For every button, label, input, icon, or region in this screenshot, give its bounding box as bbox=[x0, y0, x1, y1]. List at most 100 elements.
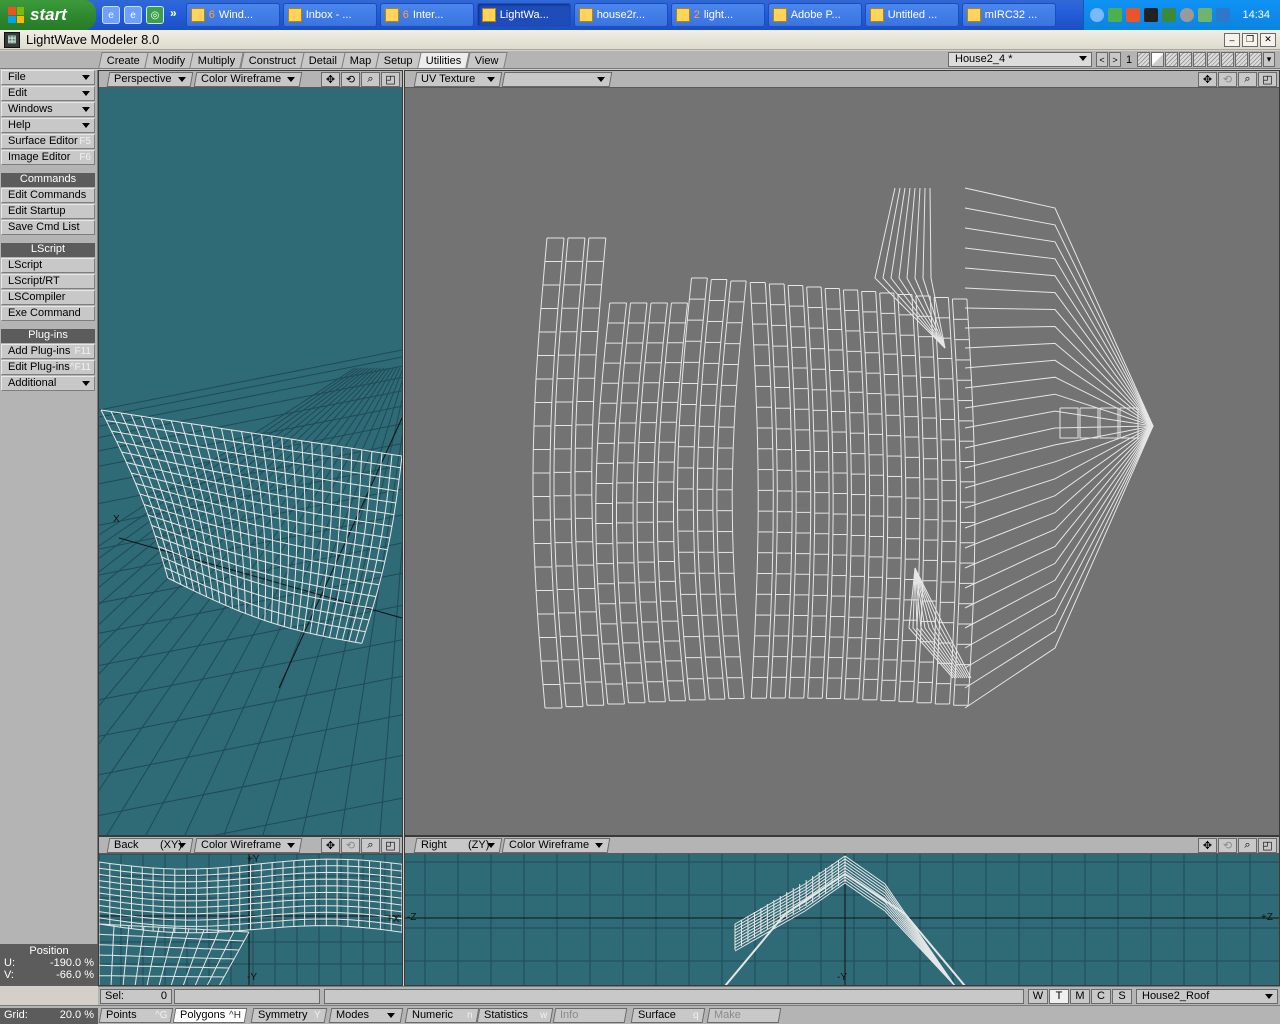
layer-toggle[interactable] bbox=[1165, 52, 1178, 67]
sidebar-button-windows[interactable]: Windows bbox=[1, 102, 95, 117]
taskbar-button[interactable]: 6 Inter... bbox=[379, 3, 474, 27]
tray-back-icon[interactable] bbox=[1090, 8, 1105, 22]
pan-icon[interactable]: ✥ bbox=[1198, 72, 1217, 87]
tab-utilities[interactable]: Utilities bbox=[417, 52, 471, 68]
maximize-viewport-icon[interactable]: ◰ bbox=[1258, 72, 1277, 87]
tray-app-icon[interactable] bbox=[1144, 8, 1159, 22]
taskbar-button[interactable]: mIRC32 ... bbox=[961, 3, 1056, 27]
render-mode-select[interactable]: Color Wireframe bbox=[501, 838, 611, 853]
render-mode-select[interactable]: Color Wireframe bbox=[193, 72, 303, 87]
vmap-button-m[interactable]: M bbox=[1070, 989, 1090, 1004]
layer-toggle[interactable] bbox=[1235, 52, 1248, 67]
rotate-icon[interactable]: ⟲ bbox=[341, 72, 360, 87]
sidebar-button-exe-command[interactable]: Exe Command bbox=[1, 306, 95, 321]
back-canvas[interactable]: +Y -Y +X bbox=[99, 854, 402, 985]
symmetry-button[interactable]: Symmetry Y bbox=[250, 1008, 328, 1023]
modes-button[interactable]: Modes bbox=[328, 1008, 404, 1023]
layer-toggle[interactable] bbox=[1193, 52, 1206, 67]
sidebar-button-surface-editor[interactable]: Surface Editor F5 bbox=[1, 134, 95, 149]
tab-modify[interactable]: Modify bbox=[144, 52, 195, 68]
layer-toggle[interactable] bbox=[1221, 52, 1234, 67]
taskbar-button[interactable]: 2 light... bbox=[670, 3, 765, 27]
layer-menu-button[interactable]: ▾ bbox=[1263, 52, 1275, 67]
sidebar-button-help[interactable]: Help bbox=[1, 118, 95, 133]
object-selector[interactable]: House2_4 * bbox=[948, 52, 1092, 67]
ie-icon[interactable]: e bbox=[124, 6, 142, 24]
sidebar-button-edit-startup[interactable]: Edit Startup bbox=[1, 204, 95, 219]
taskbar-button[interactable]: LightWa... bbox=[476, 3, 571, 27]
zoom-icon[interactable]: ⌕ bbox=[1238, 838, 1257, 853]
start-button[interactable]: start bbox=[0, 0, 96, 30]
close-button[interactable]: ✕ bbox=[1260, 32, 1276, 47]
tab-setup[interactable]: Setup bbox=[375, 52, 422, 68]
tab-view[interactable]: View bbox=[465, 52, 507, 68]
zoom-icon[interactable]: ⌕ bbox=[361, 72, 380, 87]
tray-app-icon[interactable] bbox=[1216, 8, 1231, 22]
tab-create[interactable]: Create bbox=[98, 52, 149, 68]
sidebar-button-add-plug-ins[interactable]: Add Plug-ins F11 bbox=[1, 344, 95, 359]
sidebar-button-file[interactable]: File bbox=[1, 70, 95, 85]
tray-app-icon[interactable] bbox=[1162, 8, 1177, 22]
back-viewport[interactable]: Back (XY) Color Wireframe ✥ ⟲ ⌕ ◰ +Y -Y … bbox=[98, 836, 403, 986]
right-viewport[interactable]: Right (ZY) Color Wireframe ✥ ⟲ ⌕ ◰ -Z +Z… bbox=[404, 836, 1280, 986]
tab-multiply[interactable]: Multiply bbox=[189, 52, 245, 68]
maximize-viewport-icon[interactable]: ◰ bbox=[381, 72, 400, 87]
vmap-button-s[interactable]: S bbox=[1112, 989, 1132, 1004]
ie-icon[interactable]: e bbox=[102, 6, 120, 24]
layer-toggle[interactable] bbox=[1207, 52, 1220, 67]
tray-app-icon[interactable] bbox=[1126, 8, 1141, 22]
numeric-button[interactable]: Numeric n bbox=[404, 1008, 480, 1023]
taskbar-button[interactable]: Adobe P... bbox=[767, 3, 862, 27]
uv-canvas[interactable] bbox=[405, 88, 1279, 835]
sidebar-button-lscript-rt[interactable]: LScript/RT bbox=[1, 274, 95, 289]
sidebar-button-edit[interactable]: Edit bbox=[1, 86, 95, 101]
taskbar-button[interactable]: Inbox - ... bbox=[282, 3, 377, 27]
zoom-icon[interactable]: ⌕ bbox=[361, 838, 380, 853]
tray-network-icon[interactable] bbox=[1108, 8, 1123, 22]
points-mode-button[interactable]: Points ^G bbox=[98, 1008, 174, 1023]
render-mode-select[interactable]: Color Wireframe bbox=[193, 838, 303, 853]
sidebar-button-edit-commands[interactable]: Edit Commands bbox=[1, 188, 95, 203]
taskbar-button[interactable]: Untitled ... bbox=[864, 3, 959, 27]
tab-detail[interactable]: Detail bbox=[300, 52, 346, 68]
view-type-select[interactable]: Right (ZY) bbox=[413, 838, 503, 853]
tray-users-icon[interactable] bbox=[1198, 8, 1213, 22]
zoom-icon[interactable]: ⌕ bbox=[1238, 72, 1257, 87]
maximize-viewport-icon[interactable]: ◰ bbox=[1258, 838, 1277, 853]
minimize-button[interactable]: – bbox=[1224, 32, 1240, 47]
lightwave-icon[interactable]: ▦ bbox=[4, 31, 20, 48]
sidebar-button-save-cmd-list[interactable]: Save Cmd List bbox=[1, 220, 95, 235]
surface-button[interactable]: Surface q bbox=[630, 1008, 706, 1023]
uv-map-select[interactable] bbox=[501, 72, 613, 87]
media-icon[interactable]: ◎ bbox=[146, 6, 164, 24]
layer-toggle[interactable] bbox=[1249, 52, 1262, 67]
sidebar-button-edit-plug-ins[interactable]: Edit Plug-ins ^F11 bbox=[1, 360, 95, 375]
pan-icon[interactable]: ✥ bbox=[321, 72, 340, 87]
quick-launch-more[interactable]: » bbox=[170, 6, 177, 24]
vmap-button-w[interactable]: W bbox=[1028, 989, 1048, 1004]
previous-layer-button[interactable]: < bbox=[1096, 52, 1108, 67]
tray-app-icon[interactable] bbox=[1180, 8, 1195, 22]
next-layer-button[interactable]: > bbox=[1109, 52, 1121, 67]
tab-construct[interactable]: Construct bbox=[240, 52, 305, 68]
layer-toggle[interactable] bbox=[1137, 52, 1150, 67]
pan-icon[interactable]: ✥ bbox=[1198, 838, 1217, 853]
sidebar-button-lscompiler[interactable]: LSCompiler bbox=[1, 290, 95, 305]
vmap-button-c[interactable]: C bbox=[1091, 989, 1111, 1004]
pan-icon[interactable]: ✥ bbox=[321, 838, 340, 853]
view-type-select[interactable]: Back (XY) bbox=[106, 838, 194, 853]
layer-toggle[interactable] bbox=[1151, 52, 1164, 67]
view-type-select[interactable]: UV Texture bbox=[413, 72, 503, 87]
tab-map[interactable]: Map bbox=[341, 52, 381, 68]
layer-toggle[interactable] bbox=[1179, 52, 1192, 67]
taskbar-button[interactable]: 6 Wind... bbox=[185, 3, 280, 27]
taskbar-button[interactable]: house2r... bbox=[573, 3, 668, 27]
surface-select[interactable]: House2_Roof bbox=[1136, 989, 1278, 1004]
statistics-button[interactable]: Statistics w bbox=[476, 1008, 554, 1023]
perspective-viewport[interactable]: Perspective Color Wireframe ✥ ⟲ ⌕ ◰ X bbox=[98, 70, 403, 836]
maximize-viewport-icon[interactable]: ◰ bbox=[381, 838, 400, 853]
polygons-mode-button[interactable]: Polygons ^H bbox=[172, 1008, 248, 1023]
sidebar-button-additional[interactable]: Additional bbox=[1, 376, 95, 391]
maximize-button[interactable]: ❐ bbox=[1242, 32, 1258, 47]
vmap-button-t[interactable]: T bbox=[1049, 989, 1069, 1004]
